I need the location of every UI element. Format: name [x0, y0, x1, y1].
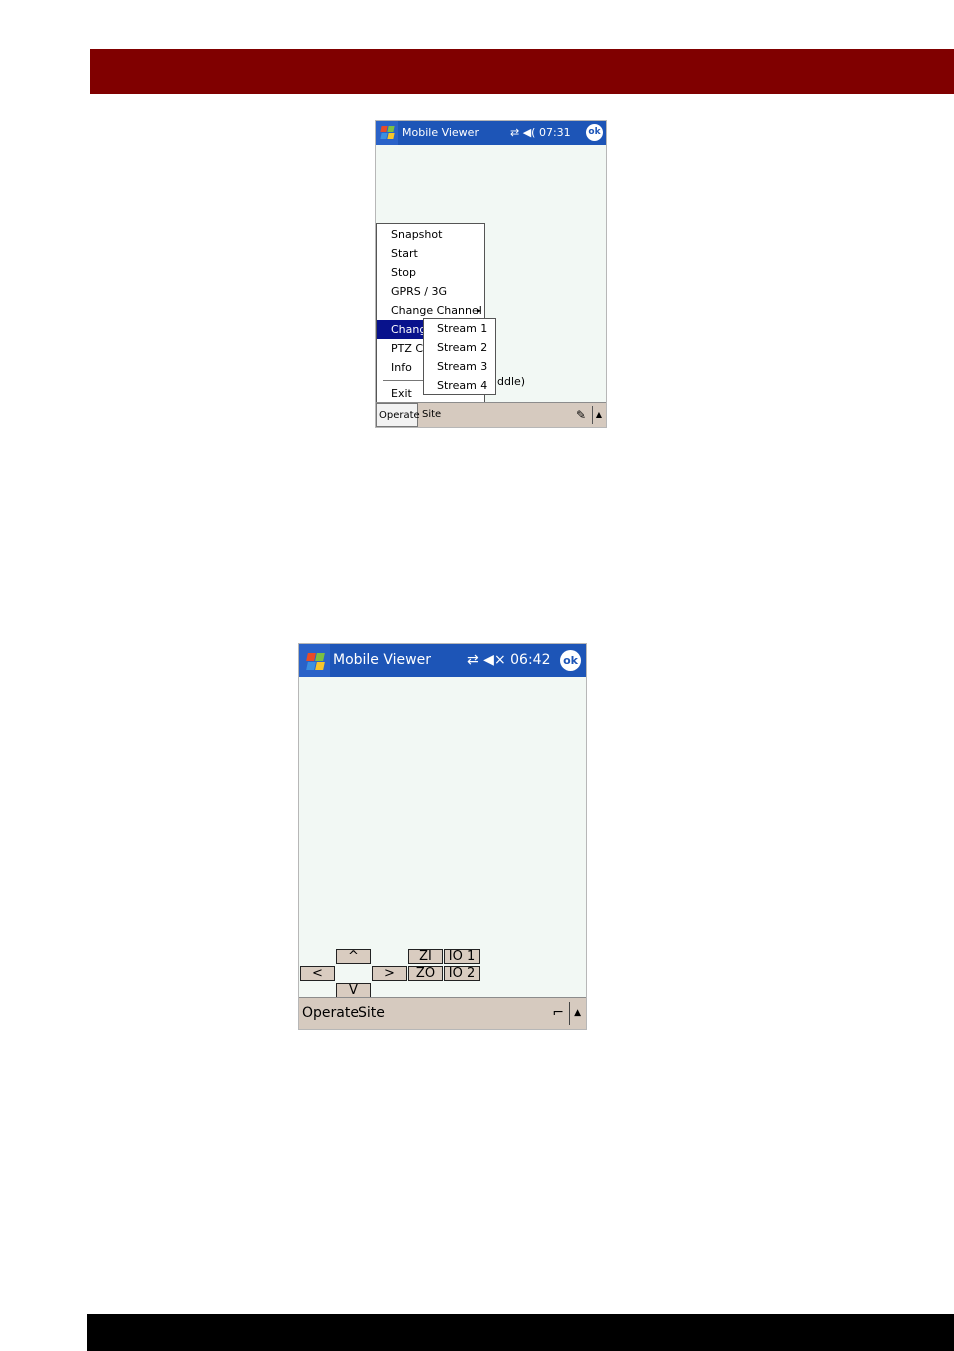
submenu-item-stream-2[interactable]: Stream 2 — [424, 338, 495, 357]
connection-volume-icons: ⇄ ◀( — [510, 126, 539, 139]
status-icons[interactable]: ⇄ ◀( 07:31 — [510, 121, 571, 145]
pan-up-button[interactable]: ^ — [336, 949, 371, 964]
menu-item-stop[interactable]: Stop — [377, 263, 484, 282]
operate-menu-button[interactable]: Operate — [376, 403, 420, 427]
status-icons[interactable]: ⇄ ◀× 06:42 — [467, 644, 551, 677]
ok-button[interactable]: ok — [560, 650, 581, 671]
clock: 07:31 — [538, 126, 571, 139]
submenu-item-stream-3[interactable]: Stream 3 — [424, 357, 495, 376]
io2-button[interactable]: IO 2 — [444, 966, 480, 981]
title-bar: Mobile Viewer ⇄ ◀( 07:31 ok — [376, 121, 606, 145]
pocketpc-screen-ptz: Mobile Viewer ⇄ ◀× 06:42 ok ^ ZI IO 1 < … — [298, 643, 587, 1030]
pen-input-icon[interactable]: ✎ — [576, 403, 586, 427]
input-panel-arrow-icon[interactable]: ▲ — [574, 998, 581, 1029]
menubar-divider — [569, 1002, 570, 1025]
keyboard-input-icon[interactable]: ⌐ — [552, 998, 564, 1029]
pan-down-button[interactable]: V — [336, 983, 371, 998]
pan-right-button[interactable]: > — [372, 966, 407, 981]
site-menu-button[interactable]: Site — [422, 403, 441, 427]
stream-submenu: Stream 1 Stream 2 Stream 3 Stream 4 — [423, 318, 496, 395]
submenu-item-stream-4[interactable]: Stream 4 — [424, 376, 495, 395]
submenu-item-stream-1[interactable]: Stream 1 — [424, 319, 495, 338]
operate-menu-button[interactable]: Operate — [302, 998, 359, 1029]
background-text: ddle) — [497, 375, 526, 388]
title-bar: Mobile Viewer ⇄ ◀× 06:42 ok — [299, 644, 586, 677]
footer-bar — [87, 1314, 954, 1351]
pocketpc-screen-menu: Mobile Viewer ⇄ ◀( 07:31 ok ddle) Snapsh… — [375, 120, 607, 428]
menu-bar: Operate Site ✎ ▲ — [376, 402, 606, 427]
zoom-in-button[interactable]: ZI — [408, 949, 443, 964]
site-menu-button[interactable]: Site — [358, 998, 385, 1029]
start-flag-icon[interactable] — [299, 644, 330, 677]
app-title: Mobile Viewer — [333, 652, 431, 668]
clock: 06:42 — [510, 652, 551, 668]
pan-left-button[interactable]: < — [300, 966, 335, 981]
ok-button[interactable]: ok — [586, 124, 603, 141]
io1-button[interactable]: IO 1 — [444, 949, 480, 964]
app-title: Mobile Viewer — [402, 126, 479, 139]
menu-item-snapshot[interactable]: Snapshot — [377, 225, 484, 244]
menu-item-change-channel-label: Change Channel — [391, 304, 482, 317]
connection-mute-icons: ⇄ ◀× — [467, 652, 506, 668]
menubar-divider — [592, 406, 593, 424]
zoom-out-button[interactable]: ZO — [408, 966, 443, 981]
start-flag-icon[interactable] — [376, 121, 398, 145]
menu-item-start[interactable]: Start — [377, 244, 484, 263]
menu-bar: Operate Site ⌐ ▲ — [299, 997, 586, 1029]
menu-item-gprs-3g[interactable]: GPRS / 3G — [377, 282, 484, 301]
input-panel-arrow-icon[interactable]: ▲ — [596, 403, 602, 427]
header-bar — [90, 49, 954, 94]
